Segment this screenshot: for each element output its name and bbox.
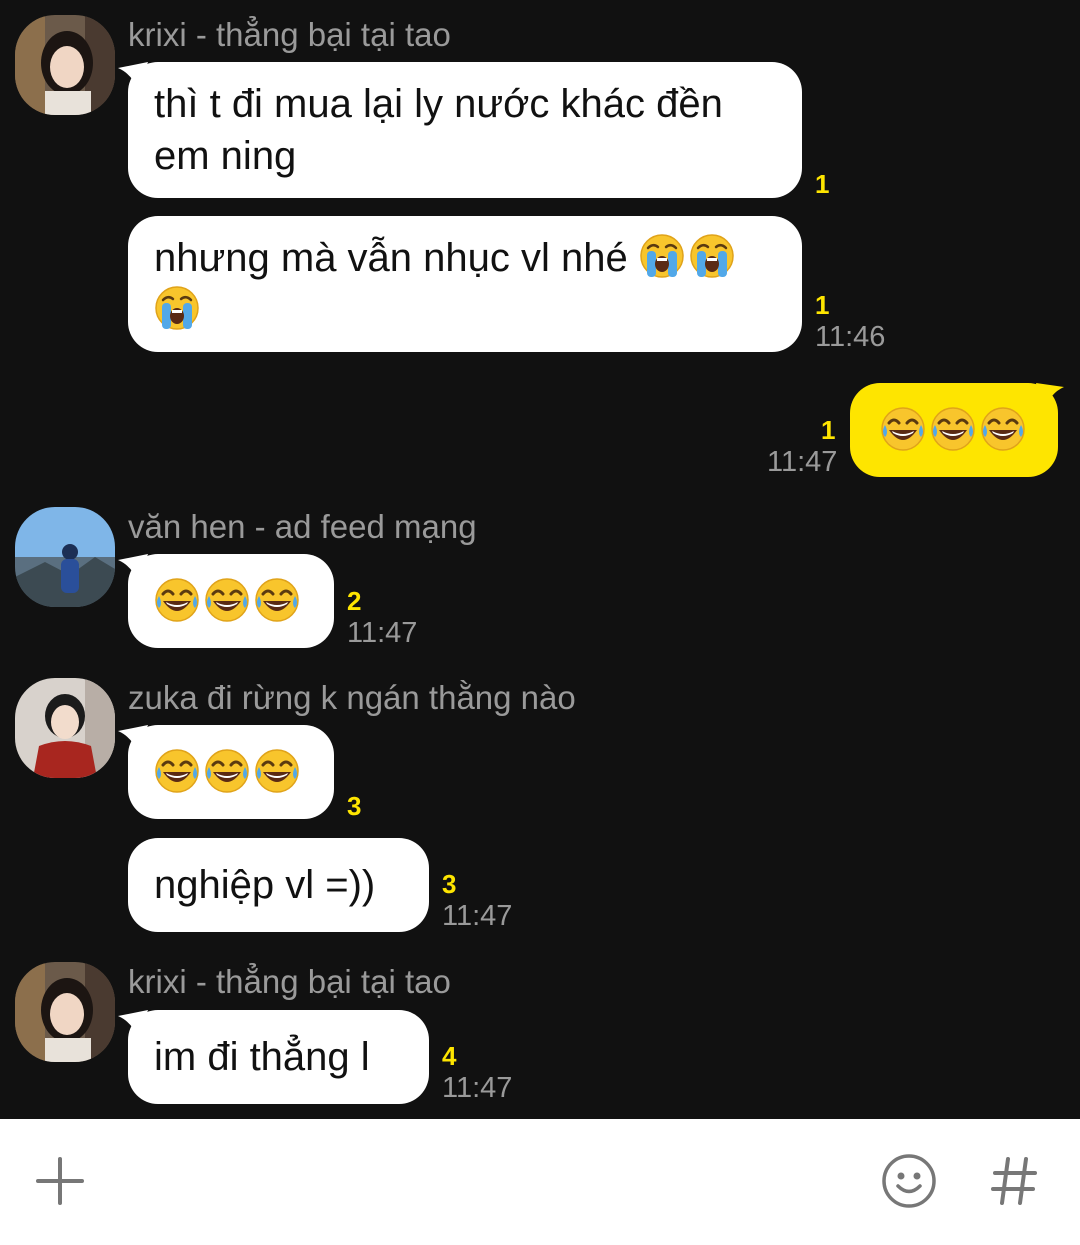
message-bubble[interactable]: nhưng mà vẫn nhục vl nhé (128, 216, 802, 352)
bubble-tail (1036, 383, 1064, 411)
chat-room[interactable]: krixi - thẳng bại tại tao thì t đi mua l… (0, 0, 1080, 1119)
sender-name: zuka đi rừng k ngán thằng nào (128, 679, 576, 716)
message-bubble[interactable] (128, 725, 334, 819)
bubble-tail (118, 62, 148, 90)
laughing-emoji-icon (980, 406, 1026, 452)
bubble-tail (118, 725, 148, 753)
my-message-bubble[interactable] (850, 383, 1058, 477)
message-bubble[interactable] (128, 554, 334, 648)
timestamp: 11:47 (442, 900, 513, 932)
message-text: em ning (154, 134, 297, 178)
message-text: im đi thẳng l (154, 1035, 370, 1079)
composer-bar (0, 1119, 1080, 1245)
crying-emoji-icon (689, 233, 735, 279)
sender-name: krixi - thẳng bại tại tao (128, 16, 451, 53)
laughing-emoji-icon (154, 748, 200, 794)
smiley-icon[interactable] (877, 1149, 941, 1213)
sender-name: văn hen - ad feed mạng (128, 508, 477, 545)
laughing-emoji-icon (204, 577, 250, 623)
bubble-tail (118, 554, 148, 582)
plus-icon[interactable] (28, 1149, 92, 1213)
message-bubble[interactable]: thì t đi mua lại ly nước khác đền em nin… (128, 62, 802, 198)
sender-name: krixi - thẳng bại tại tao (128, 963, 451, 1000)
unread-count: 2 (347, 586, 362, 616)
unread-count: 1 (815, 169, 830, 199)
unread-count: 3 (347, 791, 362, 821)
message-bubble[interactable]: im đi thẳng l (128, 1010, 429, 1104)
message-text: nhưng mà vẫn nhục vl nhé (154, 236, 628, 280)
hashtag-icon[interactable] (983, 1149, 1047, 1213)
avatar-krixi[interactable] (15, 962, 115, 1062)
laughing-emoji-icon (254, 577, 300, 623)
laughing-emoji-icon (204, 748, 250, 794)
unread-count: 1 (821, 415, 836, 445)
message-text: thì t đi mua lại ly nước khác đền (154, 82, 723, 126)
crying-emoji-icon (154, 285, 200, 331)
unread-count: 4 (442, 1041, 457, 1071)
message-bubble[interactable]: nghiệp vl =)) (128, 838, 429, 932)
laughing-emoji-icon (154, 577, 200, 623)
timestamp: 11:47 (347, 617, 418, 649)
timestamp: 11:47 (767, 446, 838, 478)
timestamp: 11:47 (442, 1072, 513, 1104)
avatar-krixi[interactable] (15, 15, 115, 115)
crying-emoji-icon (639, 233, 685, 279)
laughing-emoji-icon (880, 406, 926, 452)
avatar-van-hen[interactable] (15, 507, 115, 607)
avatar-zuka[interactable] (15, 678, 115, 778)
unread-count: 1 (815, 290, 830, 320)
timestamp: 11:46 (815, 321, 886, 353)
laughing-emoji-icon (254, 748, 300, 794)
unread-count: 3 (442, 869, 457, 899)
laughing-emoji-icon (930, 406, 976, 452)
bubble-tail (118, 1010, 148, 1038)
message-text: nghiệp vl =)) (154, 863, 376, 907)
